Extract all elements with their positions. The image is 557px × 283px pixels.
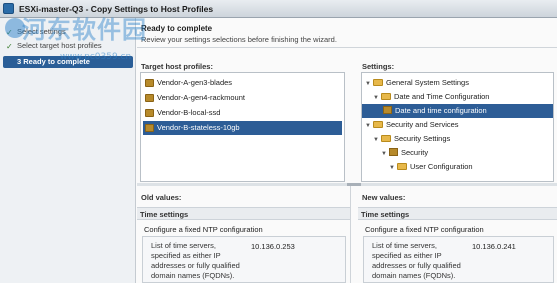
expand-arrow-icon[interactable]: ▼ [373, 91, 381, 105]
new-desc-text: List of time servers, specified as eithe… [372, 241, 461, 280]
old-value-box: List of time servers, specified as eithe… [142, 236, 346, 283]
tree-node[interactable]: ▼ Security [381, 146, 428, 160]
expand-arrow-icon[interactable]: ▼ [365, 119, 373, 133]
list-item-label: Vendor-A-gen3-blades [157, 78, 233, 87]
setting-icon [383, 106, 392, 114]
host-profile-icon [145, 109, 154, 117]
new-value-text: 10.136.0.241 [472, 242, 516, 251]
tree-node-label: Security Settings [394, 134, 451, 143]
tree-node[interactable]: ▼ Date and Time Configuration [373, 90, 489, 104]
old-value-text: 10.136.0.253 [251, 242, 295, 251]
tree-node[interactable]: ▼ Security Settings [373, 132, 450, 146]
settings-label: Settings: [362, 62, 395, 71]
tree-node-label: Date and time configuration [395, 106, 487, 115]
list-item-selected[interactable]: Vendor-B-stateless-10gb [143, 121, 342, 135]
target-profiles-list[interactable]: Vendor-A-gen3-blades Vendor-A-gen4-rackm… [140, 72, 345, 182]
page-subtitle: Review your settings selections before f… [141, 35, 337, 44]
expand-arrow-icon[interactable]: ▼ [373, 133, 381, 147]
header-divider [137, 47, 557, 48]
expand-arrow-icon[interactable]: ▼ [381, 147, 389, 161]
list-item-label: Vendor-B-stateless-10gb [157, 123, 240, 132]
tree-node-label: User Configuration [410, 162, 473, 171]
expand-arrow-icon[interactable]: ▼ [365, 77, 373, 91]
watermark-text: 河东软件园 [22, 16, 147, 44]
host-profile-icon [145, 79, 154, 87]
expand-arrow-icon[interactable]: ▼ [389, 161, 397, 175]
host-profile-icon [145, 94, 154, 102]
tree-node[interactable]: ▼ Security and Services [365, 118, 459, 132]
tree-node[interactable]: ▼ User Configuration [389, 160, 473, 174]
wizard-window: ESXi-master-Q3 - Copy Settings to Host P… [0, 0, 557, 283]
old-values-label: Old values: [141, 193, 182, 202]
target-profiles-label: Target host profiles: [141, 62, 213, 71]
setting-icon [389, 148, 398, 156]
folder-icon [381, 93, 391, 100]
page-title: Ready to complete [141, 24, 213, 33]
old-section-header: Time settings [137, 207, 350, 220]
tree-node-label: Date and Time Configuration [394, 92, 490, 101]
host-profile-icon [145, 124, 154, 132]
tree-node[interactable]: ▼ General System Settings [365, 76, 469, 90]
tree-node-label: Security and Services [386, 120, 459, 129]
folder-icon [397, 163, 407, 170]
check-icon: ✓ [6, 42, 13, 51]
old-desc-text: List of time servers, specified as eithe… [151, 241, 240, 280]
watermark-url: www.pc0359.cn [60, 52, 132, 62]
new-option-text: Configure a fixed NTP configuration [365, 225, 484, 234]
app-icon [3, 3, 14, 14]
tree-node-label: General System Settings [386, 78, 469, 87]
tree-node-label: Security [401, 148, 429, 157]
old-option-text: Configure a fixed NTP configuration [144, 225, 263, 234]
tree-node-selected[interactable]: Date and time configuration [362, 104, 553, 118]
folder-icon [381, 135, 391, 142]
settings-tree[interactable]: ▼ General System Settings ▼ Date and Time … [361, 72, 554, 182]
pane-splitter[interactable] [137, 183, 557, 186]
list-item[interactable]: Vendor-A-gen3-blades [143, 76, 342, 90]
list-item[interactable]: Vendor-B-local-ssd [143, 106, 342, 120]
new-section-header: Time settings [358, 207, 557, 220]
list-item-label: Vendor-B-local-ssd [157, 108, 221, 117]
column-divider [350, 186, 351, 283]
new-values-label: New values: [362, 193, 406, 202]
list-item[interactable]: Vendor-A-gen4-rackmount [143, 91, 342, 105]
folder-icon [373, 79, 383, 86]
folder-icon [373, 121, 383, 128]
new-value-box: List of time servers, specified as eithe… [363, 236, 554, 283]
list-item-label: Vendor-A-gen4-rackmount [157, 93, 245, 102]
